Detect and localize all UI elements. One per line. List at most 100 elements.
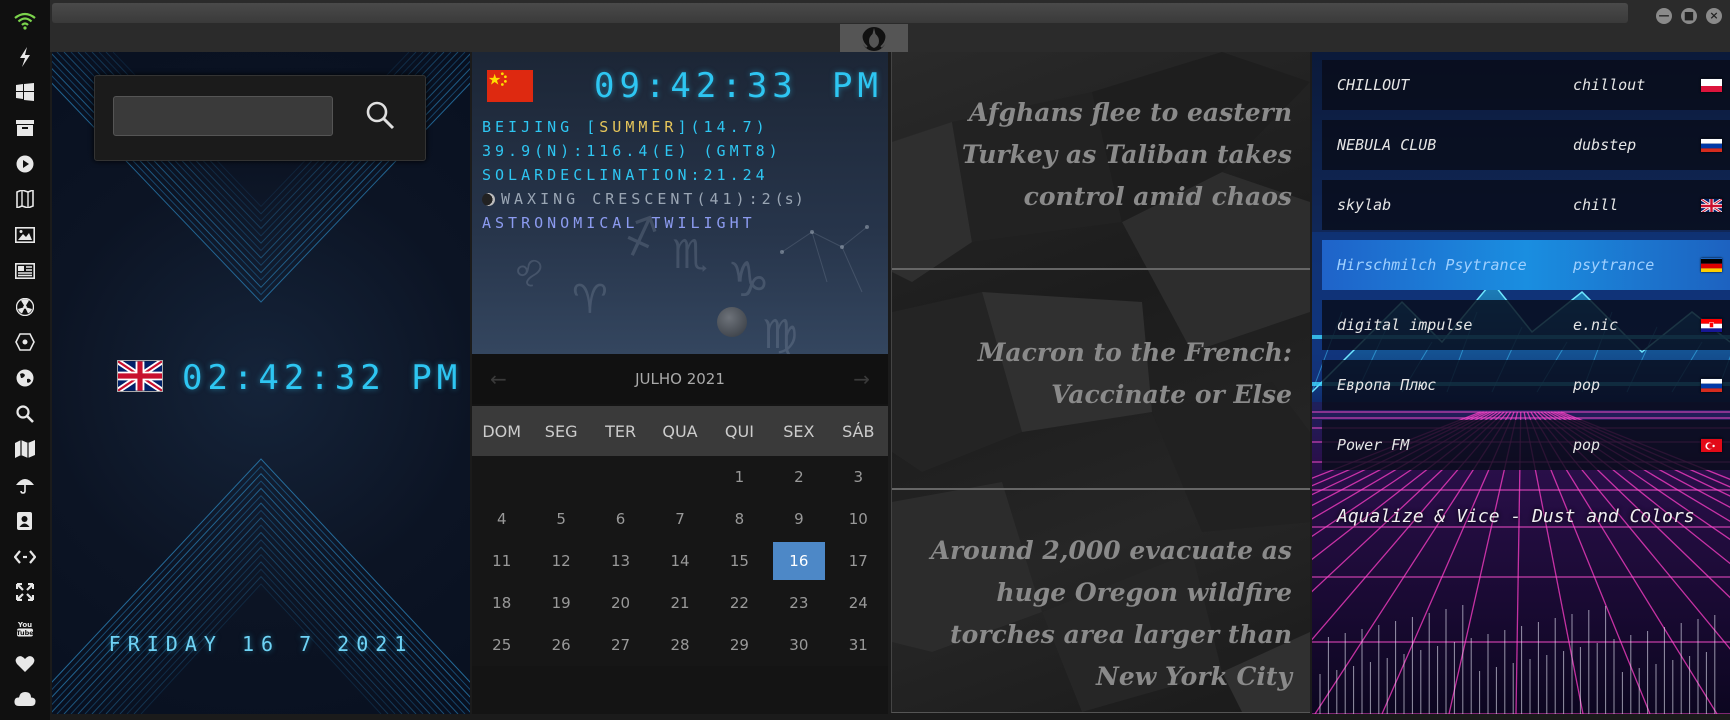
archive-icon[interactable] <box>10 113 40 143</box>
window-controls: — ■ × <box>1656 8 1722 24</box>
search-input[interactable] <box>113 96 333 136</box>
title-strip[interactable] <box>52 3 1628 23</box>
station-item[interactable]: Европа Плюс pop <box>1322 360 1730 410</box>
cloud-icon[interactable] <box>10 684 40 714</box>
youtube-icon[interactable]: You Tube <box>10 613 40 643</box>
image-icon[interactable] <box>10 220 40 250</box>
map-icon[interactable] <box>10 434 40 464</box>
calendar-day[interactable]: 6 <box>595 500 646 538</box>
calendar-day[interactable]: 20 <box>595 584 646 622</box>
station-genre: psytrance <box>1573 256 1655 274</box>
calendar-day[interactable]: 7 <box>654 500 705 538</box>
calendar-day[interactable]: 27 <box>595 626 646 664</box>
calendar-day[interactable]: 3 <box>833 458 884 496</box>
city-name: BEIJING <box>482 118 574 136</box>
calendar-day[interactable]: 30 <box>773 626 824 664</box>
calendar-day[interactable]: 25 <box>476 626 527 664</box>
calendar-day[interactable]: 10 <box>833 500 884 538</box>
tr-flag-icon <box>1701 438 1722 452</box>
calendar-next-button[interactable]: → <box>853 367 870 391</box>
lightning-icon[interactable] <box>10 42 40 72</box>
station-item[interactable]: skylab chill <box>1322 180 1730 230</box>
zodiac-virgo-icon: ♍ <box>762 312 798 354</box>
calendar-day[interactable]: 14 <box>654 542 705 580</box>
calendar-day[interactable]: 19 <box>535 584 586 622</box>
moon-icon <box>482 193 495 206</box>
calendar-day[interactable]: 1 <box>714 458 765 496</box>
weekday-label: QUI <box>724 421 754 441</box>
calendar-prev-button[interactable]: ← <box>490 367 507 391</box>
search-button[interactable] <box>365 100 397 132</box>
local-time: 02:42:32 PM <box>182 358 463 398</box>
news-headline[interactable]: Around 2,000 evacuate as huge Oregon wil… <box>912 530 1292 698</box>
calendar-day[interactable]: 23 <box>773 584 824 622</box>
calendar-day[interactable]: 11 <box>476 542 527 580</box>
search-icon[interactable] <box>10 399 40 429</box>
calendar-day[interactable]: 9 <box>773 500 824 538</box>
maximize-icon[interactable]: ■ <box>1681 8 1697 24</box>
calendar-day[interactable]: 17 <box>833 542 884 580</box>
calendar-day[interactable]: 18 <box>476 584 527 622</box>
station-item[interactable]: digital impulse e.nic <box>1322 300 1730 350</box>
station-name: Power FM <box>1337 436 1410 454</box>
news-headline[interactable]: Macron to the French: Vaccinate or Else <box>972 332 1292 416</box>
station-genre: chill <box>1573 196 1619 214</box>
calendar-day[interactable]: 21 <box>654 584 705 622</box>
news-icon[interactable] <box>10 256 40 286</box>
calendar-day-today[interactable]: 16 <box>773 542 825 580</box>
contacts-icon[interactable] <box>10 506 40 536</box>
calendar-weekdays: DOM SEG TER QUA QUI SEX SÁB <box>472 406 888 456</box>
station-genre: e.nic <box>1573 316 1619 334</box>
world-clock-calendar-widget: ♐ ♏ ♑ ♈ ♍ ♌ 09:42:33 PM BEIJING [SUMMER]… <box>472 52 888 714</box>
calendar-day[interactable]: 5 <box>535 500 586 538</box>
moon-phase: WAXING CRESCENT(41):2 <box>501 190 775 208</box>
calendar-day[interactable]: 15 <box>714 542 765 580</box>
station-name: Европа Плюс <box>1337 376 1437 394</box>
calendar-day[interactable]: 29 <box>714 626 765 664</box>
radiation-icon[interactable] <box>10 292 40 322</box>
calendar-day[interactable]: 24 <box>833 584 884 622</box>
calendar-day[interactable]: 26 <box>535 626 586 664</box>
umbrella-icon[interactable] <box>10 470 40 500</box>
play-icon[interactable] <box>10 149 40 179</box>
station-item[interactable]: NEBULA CLUB dubstep <box>1322 120 1730 170</box>
weekday-label: DOM <box>482 421 522 441</box>
calendar-day[interactable]: 4 <box>476 500 527 538</box>
news-divider <box>892 268 1310 270</box>
network-icon[interactable] <box>10 327 40 357</box>
calendar-day[interactable]: 31 <box>833 626 884 664</box>
season: SUMMER <box>599 118 678 136</box>
moon-phase-line: WAXING CRESCENT(41):2(s) <box>482 190 805 208</box>
calendar-day[interactable]: 13 <box>595 542 646 580</box>
calendar-day[interactable]: 22 <box>714 584 765 622</box>
code-icon[interactable] <box>10 542 40 572</box>
station-item[interactable]: Power FM pop <box>1322 420 1730 470</box>
news-headline[interactable]: Afghans flee to eastern Turkey as Taliba… <box>942 92 1292 218</box>
map-book-icon[interactable] <box>10 185 40 215</box>
rebel-alliance-icon[interactable] <box>840 24 908 52</box>
calendar-day[interactable]: 8 <box>714 500 765 538</box>
calendar-day[interactable]: 28 <box>654 626 705 664</box>
svg-text:Tube: Tube <box>16 629 34 637</box>
de-flag-icon <box>1701 258 1722 272</box>
station-item[interactable]: CHILLOUT chillout <box>1322 60 1730 110</box>
constellation-icon <box>780 225 869 293</box>
calendar-day[interactable]: 2 <box>773 458 824 496</box>
windows-icon[interactable] <box>10 77 40 107</box>
wifi-icon[interactable] <box>10 6 40 36</box>
heart-icon[interactable] <box>10 649 40 679</box>
station-genre: pop <box>1573 376 1601 394</box>
twilight-status: ASTRONOMICAL TWILIGHT <box>482 214 756 232</box>
station-name: NEBULA CLUB <box>1337 136 1437 154</box>
china-flag-icon <box>487 70 533 102</box>
pl-flag-icon <box>1701 78 1722 92</box>
calendar-day[interactable]: 12 <box>535 542 586 580</box>
zodiac-aries-icon: ♈ <box>572 277 608 323</box>
minimize-icon[interactable]: — <box>1656 8 1672 24</box>
station-item[interactable]: Hirschmilch Psytrance psytrance <box>1322 240 1730 290</box>
news-widget: Afghans flee to eastern Turkey as Taliba… <box>891 52 1310 713</box>
expand-icon[interactable] <box>10 577 40 607</box>
close-icon[interactable]: × <box>1706 8 1722 24</box>
zodiac-scorpio-icon: ♏ <box>672 232 708 278</box>
globe-icon[interactable] <box>10 363 40 393</box>
